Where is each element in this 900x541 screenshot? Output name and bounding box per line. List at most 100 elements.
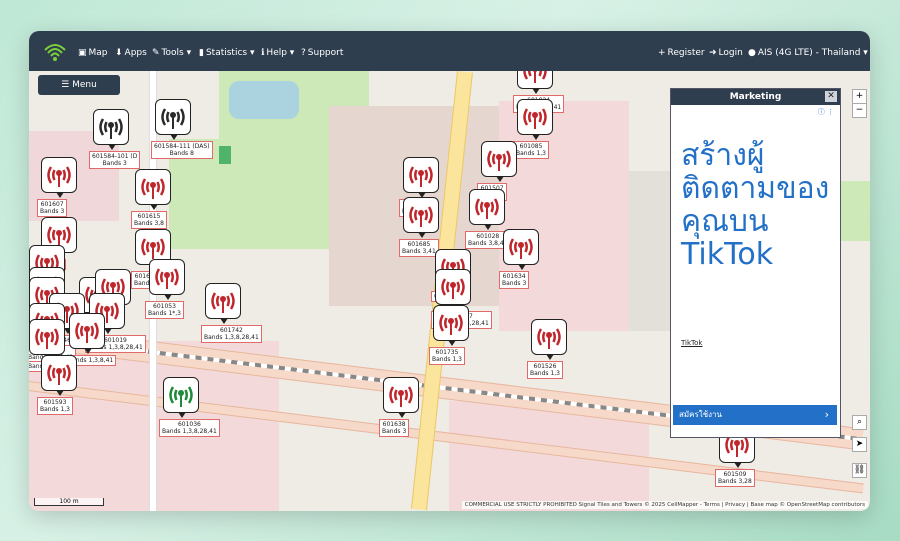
link-icon[interactable]: ⛓ bbox=[852, 463, 867, 478]
nav-help[interactable]: ℹ Help ▾ bbox=[261, 31, 294, 71]
tower-label: 601053 Bands 1*,3 bbox=[145, 301, 184, 319]
tower-id: 601607 bbox=[40, 201, 64, 208]
nav-login-label: Login bbox=[718, 48, 743, 58]
tower-bands: Bands 1*,3 bbox=[148, 310, 181, 317]
nav-network-select[interactable]: ● AIS (4G LTE) - Thailand ▾ bbox=[748, 31, 868, 71]
tower-bands: Bands 3,28 bbox=[718, 478, 752, 485]
tower-label: 601584-111 (DAS) Bands 8 bbox=[151, 141, 213, 159]
top-navbar: ▣ Map ⬇ Apps ✎ Tools ▾ ▮ Statistics ▾ ℹ Help … bbox=[29, 31, 870, 71]
tower-marker[interactable] bbox=[29, 319, 65, 360]
nav-statistics[interactable]: ▮ Statistics ▾ bbox=[199, 31, 254, 71]
locate-icon[interactable]: ➤ bbox=[852, 437, 867, 452]
tower-marker[interactable] bbox=[135, 169, 171, 210]
map-menu-button[interactable]: ☰ Menu bbox=[38, 75, 120, 95]
cellmapper-logo[interactable] bbox=[43, 42, 67, 62]
tower-marker[interactable] bbox=[69, 313, 105, 354]
tower-marker[interactable] bbox=[149, 259, 185, 300]
tower-id: 601028 bbox=[476, 233, 500, 240]
cell-tower-icon bbox=[35, 328, 59, 349]
nav-support[interactable]: ? Support bbox=[301, 31, 343, 71]
map-attribution: COMMERCIAL USE STRICTLY PROHIBITED Signa… bbox=[461, 501, 868, 509]
cell-tower-icon bbox=[99, 118, 123, 139]
tower-id: 601593 bbox=[43, 399, 67, 406]
tower-bands: Bands 8 bbox=[169, 150, 194, 157]
download-icon: ⬇ bbox=[115, 48, 123, 58]
sign-in-icon: ➜ bbox=[709, 48, 717, 58]
tower-id: 601584-111 (DAS) bbox=[154, 143, 210, 150]
user-plus-icon: + bbox=[658, 48, 666, 58]
tower-id: 601053 bbox=[153, 303, 176, 310]
nav-map[interactable]: ▣ Map bbox=[78, 31, 108, 71]
nav-apps[interactable]: ⬇ Apps bbox=[115, 31, 147, 71]
ad-info-icon[interactable]: ⓘ ⋮ bbox=[818, 107, 834, 117]
tower-marker[interactable] bbox=[517, 99, 553, 140]
map-canvas[interactable]: ☰ Menu 601584-111 (DAS) Bands 8 601584-101… bbox=[29, 71, 870, 511]
tower-id: 601085 bbox=[519, 143, 543, 150]
tower-label: 601615 Bands 3,8 bbox=[131, 211, 167, 229]
tower-id: 601584-101 (D bbox=[92, 153, 138, 160]
cell-tower-icon bbox=[389, 386, 413, 407]
tower-bands: Bands 3 bbox=[40, 208, 65, 215]
tower-label: 601742 Bands 1,3,8,28,41 bbox=[201, 325, 262, 343]
tower-marker[interactable] bbox=[403, 197, 439, 238]
tower-label: 601584-101 (D Bands 3 bbox=[89, 151, 141, 169]
cell-tower-icon bbox=[523, 71, 547, 83]
search-icon[interactable]: ⌕ bbox=[852, 415, 867, 430]
tower-bands: Bands 3,8,41 bbox=[468, 240, 508, 247]
tower-id: 601742 bbox=[219, 327, 243, 334]
ad-headline[interactable]: สร้างผู้ติดตามของคุณบน TikTok bbox=[681, 139, 836, 271]
nav-network-label: AIS (4G LTE) - Thailand ▾ bbox=[757, 48, 868, 58]
zoom-in-button[interactable]: + bbox=[852, 89, 867, 104]
map-icon: ▣ bbox=[78, 48, 87, 58]
ad-cta-button[interactable]: สมัครใช้งาน › bbox=[673, 405, 837, 425]
court bbox=[219, 146, 231, 164]
tower-marker[interactable] bbox=[155, 99, 191, 140]
nav-tools-label: Tools ▾ bbox=[161, 48, 192, 58]
chevron-right-icon: › bbox=[824, 408, 829, 421]
tower-id: 601509 bbox=[723, 471, 747, 478]
tower-bands: Bands 1,3 bbox=[40, 406, 70, 413]
tower-marker[interactable] bbox=[163, 377, 199, 418]
tower-marker[interactable] bbox=[503, 229, 539, 270]
tower-marker[interactable] bbox=[383, 377, 419, 418]
tower-label: 601607 Bands 3 bbox=[37, 199, 68, 217]
close-icon[interactable]: ✕ bbox=[825, 91, 837, 102]
tower-label: 601036 Bands 1,3,8,28,41 bbox=[159, 419, 220, 437]
cell-tower-icon bbox=[47, 166, 71, 187]
tower-marker[interactable] bbox=[93, 109, 129, 150]
tower-marker[interactable] bbox=[433, 305, 469, 346]
tower-marker[interactable] bbox=[435, 269, 471, 310]
cell-tower-icon bbox=[475, 198, 499, 219]
map-scale: 100 m bbox=[34, 498, 104, 506]
cell-tower-icon bbox=[155, 268, 179, 289]
cell-tower-icon bbox=[211, 292, 235, 313]
tower-label: 601685 Bands 3,41 bbox=[399, 239, 439, 257]
tower-label: 601638 Bands 3 bbox=[379, 419, 410, 437]
tower-bands: Bands 3,41 bbox=[402, 248, 436, 255]
cell-tower-icon bbox=[169, 386, 193, 407]
marketing-header: Marketing ✕ bbox=[671, 89, 840, 105]
zoom-out-button[interactable]: − bbox=[852, 103, 867, 118]
tower-marker[interactable] bbox=[469, 189, 505, 230]
ad-link[interactable]: TikTok bbox=[681, 339, 702, 347]
tower-bands: Bands 1,3,8,28,41 bbox=[162, 428, 217, 435]
tower-id: 601634 bbox=[502, 273, 526, 280]
marketing-panel: Marketing ✕ ⓘ ⋮ สร้างผู้ติดตามของคุณบน T… bbox=[670, 88, 841, 438]
tower-marker[interactable] bbox=[41, 355, 77, 396]
tower-marker[interactable] bbox=[517, 71, 553, 94]
tower-marker[interactable] bbox=[205, 283, 241, 324]
tower-marker[interactable] bbox=[41, 157, 77, 198]
tower-marker[interactable] bbox=[531, 319, 567, 360]
nav-register[interactable]: + Register bbox=[658, 31, 705, 71]
browser-window: ▣ Map ⬇ Apps ✎ Tools ▾ ▮ Statistics ▾ ℹ Help … bbox=[29, 31, 870, 511]
tower-marker[interactable] bbox=[481, 141, 517, 182]
tower-id: 601526 bbox=[533, 363, 557, 370]
nav-tools[interactable]: ✎ Tools ▾ bbox=[152, 31, 191, 71]
tower-bands: Bands 1,3,8,28,41 bbox=[204, 334, 259, 341]
tower-marker[interactable] bbox=[403, 157, 439, 198]
tower-bands: Bands 1,3 bbox=[516, 150, 546, 157]
info-icon: ℹ bbox=[261, 48, 265, 58]
nav-login[interactable]: ➜ Login bbox=[709, 31, 743, 71]
cell-tower-icon bbox=[409, 166, 433, 187]
nav-map-label: Map bbox=[88, 48, 108, 58]
